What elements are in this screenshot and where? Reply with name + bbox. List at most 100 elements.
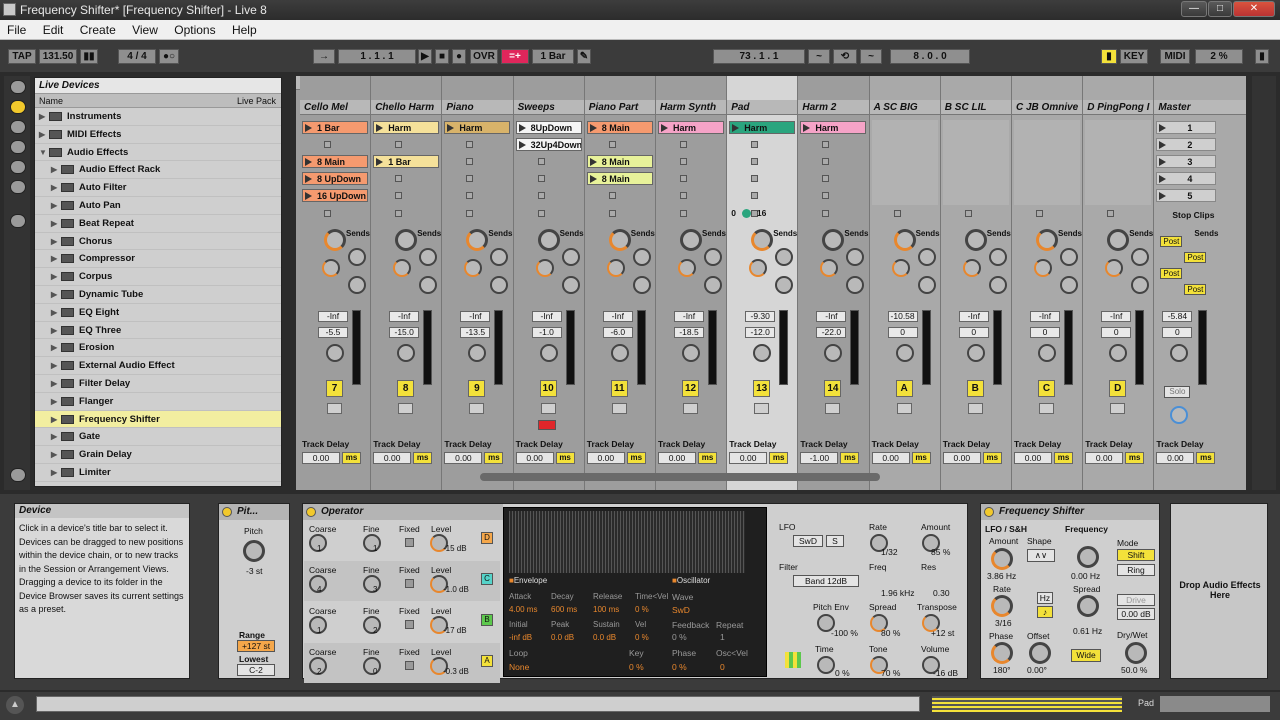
master-track-delay-value[interactable]: 0.00 xyxy=(1156,452,1195,464)
drop-effects-area[interactable]: Drop Audio Effects Here xyxy=(1170,503,1268,679)
track-volume-readout[interactable]: -Inf xyxy=(816,311,847,322)
osc-vel-value[interactable]: 0 xyxy=(720,662,725,672)
fine-value[interactable]: 3 xyxy=(373,585,377,594)
browser-item[interactable]: ▶ Gate xyxy=(35,428,281,447)
phase-knob[interactable] xyxy=(991,642,1013,664)
clip-stop-button[interactable] xyxy=(537,158,545,165)
loop-start-field[interactable]: 73 . 1 . 1 xyxy=(713,49,805,64)
pan-knob[interactable] xyxy=(397,344,416,362)
track-activator-button[interactable]: 11 xyxy=(610,380,628,397)
track-activator-button[interactable]: C xyxy=(1038,380,1055,397)
key-map-indicator-icon[interactable]: ▮ xyxy=(1101,49,1117,64)
clip-stop-button[interactable] xyxy=(822,141,830,148)
menu-view[interactable]: View xyxy=(132,23,158,37)
expanded-triangle-icon[interactable]: ▼ xyxy=(39,144,47,162)
post-button[interactable]: Post xyxy=(1184,284,1207,295)
follow-icon[interactable]: → xyxy=(313,49,335,64)
oscillator-tag-button[interactable]: B xyxy=(481,614,493,626)
send-c-knob[interactable] xyxy=(464,259,483,277)
clip-play-icon[interactable] xyxy=(803,124,811,132)
clip-stop-button[interactable] xyxy=(751,141,759,148)
track-volume-readout[interactable]: -Inf xyxy=(1030,311,1060,322)
send-b-knob[interactable] xyxy=(704,248,722,266)
track-delay-ms-button[interactable]: ms xyxy=(840,452,860,464)
clip-stop-button[interactable] xyxy=(466,192,474,199)
track-stop-button[interactable] xyxy=(964,210,972,217)
clip-play-icon[interactable] xyxy=(732,124,740,132)
ring-button[interactable]: Ring xyxy=(1117,564,1155,576)
send-b-knob[interactable] xyxy=(419,248,438,266)
envelope-param-value[interactable]: 0 % xyxy=(635,633,649,642)
track-stop-button[interactable] xyxy=(324,210,331,217)
track-title[interactable]: Pad xyxy=(727,100,798,115)
track-volume-db[interactable]: 0 xyxy=(958,327,989,338)
sync-icon[interactable]: ♪ xyxy=(1037,606,1053,618)
track-title[interactable]: A SC BIG xyxy=(869,100,940,115)
send-c-knob[interactable] xyxy=(535,259,554,277)
clip-stop-button[interactable] xyxy=(680,175,687,182)
track-volume-db[interactable]: -5.5 xyxy=(318,327,348,338)
fixed-toggle[interactable] xyxy=(405,620,414,629)
pitch-knob[interactable] xyxy=(243,540,265,562)
track-title[interactable]: Piano xyxy=(442,100,513,115)
track-volume-readout[interactable]: -Inf xyxy=(958,311,989,322)
send-b-knob[interactable] xyxy=(348,248,366,266)
envelope-param-value[interactable]: 4.00 ms xyxy=(509,605,537,614)
lowest-value[interactable]: C-2 xyxy=(237,664,275,676)
track-title[interactable]: Chello Harm xyxy=(371,100,442,115)
track-volume-readout[interactable]: -Inf xyxy=(318,311,348,322)
coarse-value[interactable]: 2 xyxy=(317,667,321,676)
track-delay-ms-button[interactable]: ms xyxy=(911,452,931,464)
oscillator-tag-button[interactable]: D xyxy=(481,532,493,544)
envelope-param-value[interactable]: 0 % xyxy=(635,605,649,614)
master-volume-db[interactable]: 0 xyxy=(1162,327,1193,338)
track-stop-button[interactable] xyxy=(1036,210,1043,217)
collapse-icon[interactable]: ▲ xyxy=(6,696,24,714)
collapsed-triangle-icon[interactable]: ▶ xyxy=(39,126,45,144)
send-c-knob[interactable] xyxy=(1034,259,1052,277)
track-title[interactable]: Piano Part xyxy=(584,100,655,115)
track-delay-ms-button[interactable]: ms xyxy=(555,452,575,464)
track-volume-db[interactable]: 0 xyxy=(887,327,918,338)
send-c-knob[interactable] xyxy=(891,259,910,277)
track-activator-button[interactable]: 8 xyxy=(397,380,415,397)
coarse-value[interactable]: 1 xyxy=(317,544,321,553)
track-delay-ms-button[interactable]: ms xyxy=(484,452,504,464)
clip-stop-button[interactable] xyxy=(537,175,545,182)
track-activator-button[interactable]: D xyxy=(1109,380,1127,397)
punch-out-icon[interactable]: ~ xyxy=(860,49,882,64)
fine-knob[interactable] xyxy=(363,534,381,552)
file-browser-2-icon[interactable] xyxy=(10,140,26,154)
send-c-knob[interactable] xyxy=(606,259,625,277)
send-d-knob[interactable] xyxy=(846,276,865,294)
collapsed-triangle-icon[interactable]: ▶ xyxy=(51,161,57,179)
track-stop-button[interactable] xyxy=(466,210,474,217)
scene-launch-button[interactable]: 3 xyxy=(1156,155,1217,168)
track-delay-ms-button[interactable]: ms xyxy=(413,452,433,464)
clip-play-icon[interactable] xyxy=(447,124,455,132)
fine-value[interactable]: 1 xyxy=(373,544,377,553)
send-b-knob[interactable] xyxy=(632,248,651,266)
send-a-knob[interactable] xyxy=(537,229,560,251)
solo-button[interactable] xyxy=(825,403,841,414)
filter-res-value[interactable]: 0.30 xyxy=(933,588,950,598)
solo-button[interactable] xyxy=(540,403,556,414)
send-c-knob[interactable] xyxy=(393,259,412,277)
send-d-knob[interactable] xyxy=(917,276,936,294)
send-d-knob[interactable] xyxy=(1060,276,1078,294)
clip-stop-button[interactable] xyxy=(537,192,545,199)
track-title[interactable]: Cello Mel xyxy=(300,100,371,115)
nudge-icon[interactable]: ▮▮ xyxy=(80,49,98,64)
pan-knob[interactable] xyxy=(966,344,985,362)
pitch-value[interactable]: -3 st xyxy=(246,566,263,576)
clip-stop-button[interactable] xyxy=(466,158,474,165)
clip-slot[interactable]: Harm xyxy=(444,121,511,134)
clip-play-icon[interactable] xyxy=(589,124,597,132)
clip-play-icon[interactable] xyxy=(661,124,668,132)
solo-button[interactable] xyxy=(469,403,485,414)
solo-button[interactable] xyxy=(398,403,414,414)
collapsed-triangle-icon[interactable]: ▶ xyxy=(51,233,57,251)
play-icon[interactable]: ▶ xyxy=(418,49,432,64)
send-b-knob[interactable] xyxy=(775,248,794,266)
track-stop-button[interactable] xyxy=(608,210,616,217)
